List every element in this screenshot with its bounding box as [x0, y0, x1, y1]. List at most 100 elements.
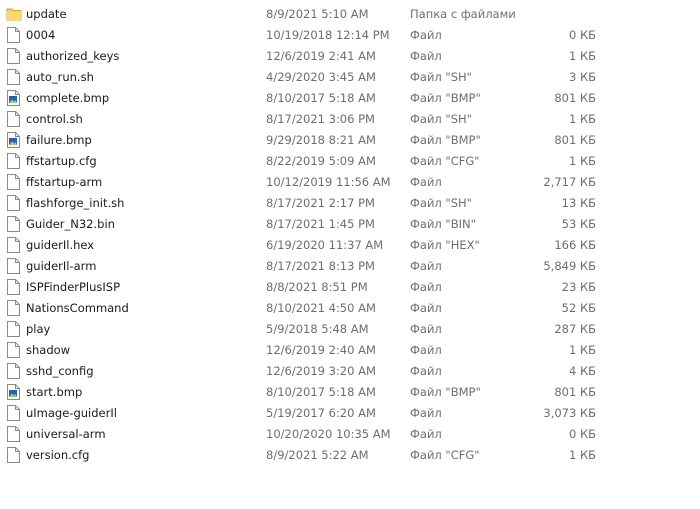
- file-size: 5,849 КБ: [543, 259, 596, 273]
- file-size: 23 КБ: [561, 280, 596, 294]
- file-size: 52 КБ: [561, 301, 596, 315]
- file-row[interactable]: NationsCommand 8/10/2021 4:50 AM Файл 52 КБ: [0, 298, 700, 319]
- file-row[interactable]: ffstartup-arm 10/12/2019 11:56 AM Файл 2,71…: [0, 172, 700, 193]
- file-name: uImage-guiderIl: [26, 406, 117, 420]
- file-type: Файл: [410, 280, 442, 294]
- file-name: play: [26, 322, 51, 336]
- file-icon: [7, 216, 21, 233]
- file-icon: [7, 342, 21, 359]
- file-date-modified: 8/17/2021 2:17 PM: [266, 196, 375, 210]
- file-type: Файл: [410, 343, 442, 357]
- file-row[interactable]: authorized_keys 12/6/2019 2:41 AM Файл 1 КБ: [0, 46, 700, 67]
- file-date-modified: 9/29/2018 8:21 AM: [266, 133, 376, 147]
- file-type: Файл "SH": [410, 112, 472, 126]
- file-size: 1 КБ: [568, 448, 596, 462]
- file-name: guiderIl.hex: [26, 238, 95, 252]
- folder-icon: [6, 7, 22, 24]
- file-type: Файл: [410, 28, 442, 42]
- file-row[interactable]: control.sh 8/17/2021 3:06 PM Файл "SH" 1 КБ: [0, 109, 700, 130]
- file-row[interactable]: auto_run.sh 4/29/2020 3:45 AM Файл "SH" 3 К…: [0, 67, 700, 88]
- file-size: 2,717 КБ: [543, 175, 596, 189]
- file-name: shadow: [26, 343, 71, 357]
- file-type: Файл "BMP": [410, 91, 481, 105]
- file-name: authorized_keys: [26, 49, 120, 63]
- file-size: 801 КБ: [554, 385, 596, 399]
- file-row[interactable]: play 5/9/2018 5:48 AM Файл 287 КБ: [0, 319, 700, 340]
- file-row[interactable]: universal-arm 10/20/2020 10:35 AM Файл 0 КБ: [0, 424, 700, 445]
- file-row[interactable]: uImage-guiderIl 5/19/2017 6:20 AM Файл 3,07…: [0, 403, 700, 424]
- file-name: guiderIl-arm: [26, 259, 97, 273]
- file-size: 287 КБ: [554, 322, 596, 336]
- file-name: sshd_config: [26, 364, 94, 378]
- file-type: Файл: [410, 322, 442, 336]
- file-icon: [7, 405, 21, 422]
- file-icon: [7, 363, 21, 380]
- file-icon: [7, 279, 21, 296]
- file-size: 0 КБ: [568, 28, 596, 42]
- file-type: Файл "SH": [410, 70, 472, 84]
- image-file-icon: [7, 90, 21, 107]
- file-row[interactable]: sshd_config 12/6/2019 3:20 AM Файл 4 КБ: [0, 361, 700, 382]
- file-row[interactable]: guiderIl.hex 6/19/2020 11:37 AM Файл "HEX"…: [0, 235, 700, 256]
- file-date-modified: 8/22/2019 5:09 AM: [266, 154, 376, 168]
- file-row[interactable]: 0004 10/19/2018 12:14 PM Файл 0 КБ: [0, 25, 700, 46]
- file-type: Файл "BIN": [410, 217, 476, 231]
- file-type: Файл: [410, 301, 442, 315]
- image-file-icon: [7, 384, 21, 401]
- file-size: 3 КБ: [568, 70, 596, 84]
- file-icon: [7, 426, 21, 443]
- file-date-modified: 10/12/2019 11:56 AM: [266, 175, 391, 189]
- file-name: complete.bmp: [26, 91, 110, 105]
- file-icon: [7, 27, 21, 44]
- file-size: 1 КБ: [568, 343, 596, 357]
- file-type: Файл: [410, 259, 442, 273]
- file-row[interactable]: Guider_N32.bin 8/17/2021 1:45 PM Файл "BIN…: [0, 214, 700, 235]
- file-name: update: [26, 7, 67, 21]
- file-row[interactable]: guiderIl-arm 8/17/2021 8:13 PM Файл 5,849 К…: [0, 256, 700, 277]
- file-date-modified: 8/17/2021 3:06 PM: [266, 112, 375, 126]
- file-name: start.bmp: [26, 385, 83, 399]
- file-row[interactable]: flashforge_init.sh 8/17/2021 2:17 PM Файл …: [0, 193, 700, 214]
- file-icon: [7, 174, 21, 191]
- file-name: ffstartup-arm: [26, 175, 103, 189]
- file-date-modified: 10/19/2018 12:14 PM: [266, 28, 390, 42]
- file-size: 1 КБ: [568, 49, 596, 63]
- file-icon: [7, 300, 21, 317]
- file-row[interactable]: ffstartup.cfg 8/22/2019 5:09 AM Файл "CFG"…: [0, 151, 700, 172]
- file-date-modified: 8/10/2017 5:18 AM: [266, 385, 376, 399]
- file-date-modified: 6/19/2020 11:37 AM: [266, 238, 384, 252]
- file-row[interactable]: version.cfg 8/9/2021 5:22 AM Файл "CFG" 1 К…: [0, 445, 700, 466]
- file-name: NationsCommand: [26, 301, 129, 315]
- file-name: flashforge_init.sh: [26, 196, 125, 210]
- file-row[interactable]: failure.bmp 9/29/2018 8:21 AM Файл "BMP" 80…: [0, 130, 700, 151]
- file-icon: [7, 237, 21, 254]
- file-size: 1 КБ: [568, 154, 596, 168]
- file-size: 801 КБ: [554, 91, 596, 105]
- file-name: ISPFinderPlusISP: [26, 280, 121, 294]
- file-type: Файл: [410, 175, 442, 189]
- file-name: 0004: [26, 28, 56, 42]
- file-row[interactable]: complete.bmp 8/10/2017 5:18 AM Файл "BMP" 8…: [0, 88, 700, 109]
- file-size: 801 КБ: [554, 133, 596, 147]
- file-row[interactable]: ISPFinderPlusISP 8/8/2021 8:51 PM Файл 23 К…: [0, 277, 700, 298]
- file-row[interactable]: update 8/9/2021 5:10 AM Папка с файлами: [0, 4, 700, 25]
- file-date-modified: 5/19/2017 6:20 AM: [266, 406, 376, 420]
- file-icon: [7, 69, 21, 86]
- file-row[interactable]: start.bmp 8/10/2017 5:18 AM Файл "BMP" 801 …: [0, 382, 700, 403]
- file-date-modified: 8/10/2017 5:18 AM: [266, 91, 376, 105]
- file-name: universal-arm: [26, 427, 106, 441]
- file-type: Файл "BMP": [410, 385, 481, 399]
- file-size: 3,073 КБ: [543, 406, 596, 420]
- file-type: Файл: [410, 427, 442, 441]
- file-date-modified: 8/8/2021 8:51 PM: [266, 280, 368, 294]
- file-icon: [7, 153, 21, 170]
- file-date-modified: 8/17/2021 1:45 PM: [266, 217, 375, 231]
- file-row[interactable]: shadow 12/6/2019 2:40 AM Файл 1 КБ: [0, 340, 700, 361]
- file-icon: [7, 195, 21, 212]
- file-type: Файл: [410, 406, 442, 420]
- file-size: 4 КБ: [568, 364, 596, 378]
- file-date-modified: 4/29/2020 3:45 AM: [266, 70, 376, 84]
- file-type: Файл: [410, 49, 442, 63]
- file-type: Папка с файлами: [410, 7, 516, 21]
- file-name: ffstartup.cfg: [26, 154, 97, 168]
